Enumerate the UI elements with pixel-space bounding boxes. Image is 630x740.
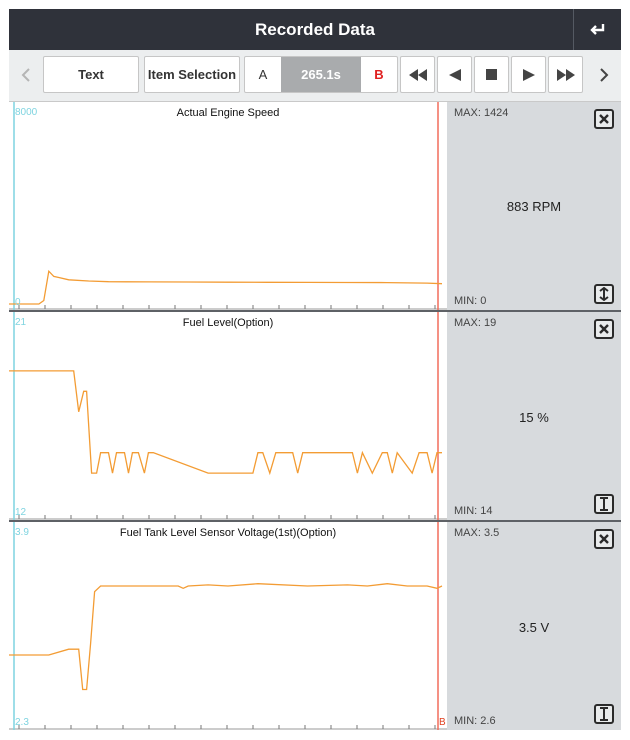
value-sidebar: MAX: 19 15 % MIN: 14 xyxy=(447,312,621,520)
scale-button[interactable] xyxy=(594,494,614,514)
cursor-b-marker: B xyxy=(439,717,446,728)
prev-item-button[interactable] xyxy=(13,56,39,93)
stop-icon xyxy=(486,69,497,80)
y-axis-max-label: 3.9 xyxy=(15,527,29,538)
toolbar: Text Item Selection A 265.1s B xyxy=(9,50,621,102)
rewind-fast-button[interactable] xyxy=(400,56,435,93)
plot-area[interactable]: Fuel Tank Level Sensor Voltage(1st)(Opti… xyxy=(9,522,447,730)
expand-vertical-icon xyxy=(599,287,609,301)
back-button[interactable] xyxy=(573,9,621,50)
step-back-icon xyxy=(448,68,461,81)
plot-area[interactable]: Actual Engine Speed 8000 0 xyxy=(9,102,447,310)
current-value: 883 RPM xyxy=(506,199,562,214)
time-display: 265.1s xyxy=(281,57,361,92)
y-axis-max-label: 21 xyxy=(15,317,27,328)
graph-title: Fuel Level(Option) xyxy=(182,317,274,329)
close-icon xyxy=(599,114,609,124)
min-value: MIN: 2.6 xyxy=(454,715,496,727)
stop-button[interactable] xyxy=(474,56,509,93)
play-icon xyxy=(522,68,535,81)
next-item-button[interactable] xyxy=(591,56,617,93)
item-selection-button[interactable]: Item Selection xyxy=(144,56,240,93)
text-cursor-icon xyxy=(600,497,608,511)
close-graph-button[interactable] xyxy=(594,109,614,129)
close-icon xyxy=(599,324,609,334)
data-trace-line xyxy=(9,583,443,691)
graph-title: Actual Engine Speed xyxy=(176,107,280,119)
value-sidebar: MAX: 3.5 3.5 V MIN: 2.6 xyxy=(447,522,621,730)
min-value: MIN: 14 xyxy=(454,505,493,517)
chevron-left-icon xyxy=(21,67,30,82)
min-value: MIN: 0 xyxy=(454,295,487,307)
close-graph-button[interactable] xyxy=(594,529,614,549)
scale-button[interactable] xyxy=(594,284,614,304)
y-axis-min-label: 2.3 xyxy=(15,717,29,728)
page-title: Recorded Data xyxy=(255,19,375,39)
step-back-button[interactable] xyxy=(437,56,472,93)
data-trace-line xyxy=(9,269,443,305)
current-value: 15 % xyxy=(519,410,549,425)
value-sidebar: MAX: 1424 883 RPM MIN: 0 xyxy=(447,102,621,310)
scale-button[interactable] xyxy=(594,704,614,724)
max-value: MAX: 3.5 xyxy=(454,527,500,539)
graph-title: Fuel Tank Level Sensor Voltage(1st)(Opti… xyxy=(119,527,337,539)
max-value: MAX: 19 xyxy=(454,317,497,329)
y-axis-max-label: 8000 xyxy=(15,107,38,118)
engine-speed-chart xyxy=(9,102,447,310)
text-view-button[interactable]: Text xyxy=(43,56,139,93)
plot-area[interactable]: Fuel Level(Option) 21 12 xyxy=(9,312,447,520)
title-bar: Recorded Data xyxy=(9,9,621,50)
graph-panel-engine-speed: Actual Engine Speed 8000 0 MAX: 1424 883… xyxy=(9,102,621,310)
max-value: MAX: 1424 xyxy=(454,107,509,119)
fast-forward-icon xyxy=(556,68,575,81)
play-button[interactable] xyxy=(511,56,546,93)
chevron-right-icon xyxy=(600,67,609,82)
sensor-voltage-chart xyxy=(9,522,447,730)
cursor-b-button[interactable]: B xyxy=(361,57,397,92)
fuel-level-chart xyxy=(9,312,447,520)
graph-panel-fuel-level: Fuel Level(Option) 21 12 MAX: 19 15 % MI… xyxy=(9,312,621,520)
y-axis-min-label: 12 xyxy=(15,507,27,518)
fast-rewind-icon xyxy=(408,68,427,81)
data-trace-line xyxy=(9,370,442,476)
return-arrow-icon xyxy=(589,23,604,35)
current-value: 3.5 V xyxy=(518,620,550,635)
fast-forward-button[interactable] xyxy=(548,56,583,93)
y-axis-min-label: 0 xyxy=(15,297,21,308)
close-graph-button[interactable] xyxy=(594,319,614,339)
cursor-a-button[interactable]: A xyxy=(245,57,281,92)
graph-panel-sensor-voltage: Fuel Tank Level Sensor Voltage(1st)(Opti… xyxy=(9,522,621,730)
text-cursor-icon xyxy=(600,707,608,721)
close-icon xyxy=(599,534,609,544)
ab-range-selector: A 265.1s B xyxy=(244,56,398,93)
